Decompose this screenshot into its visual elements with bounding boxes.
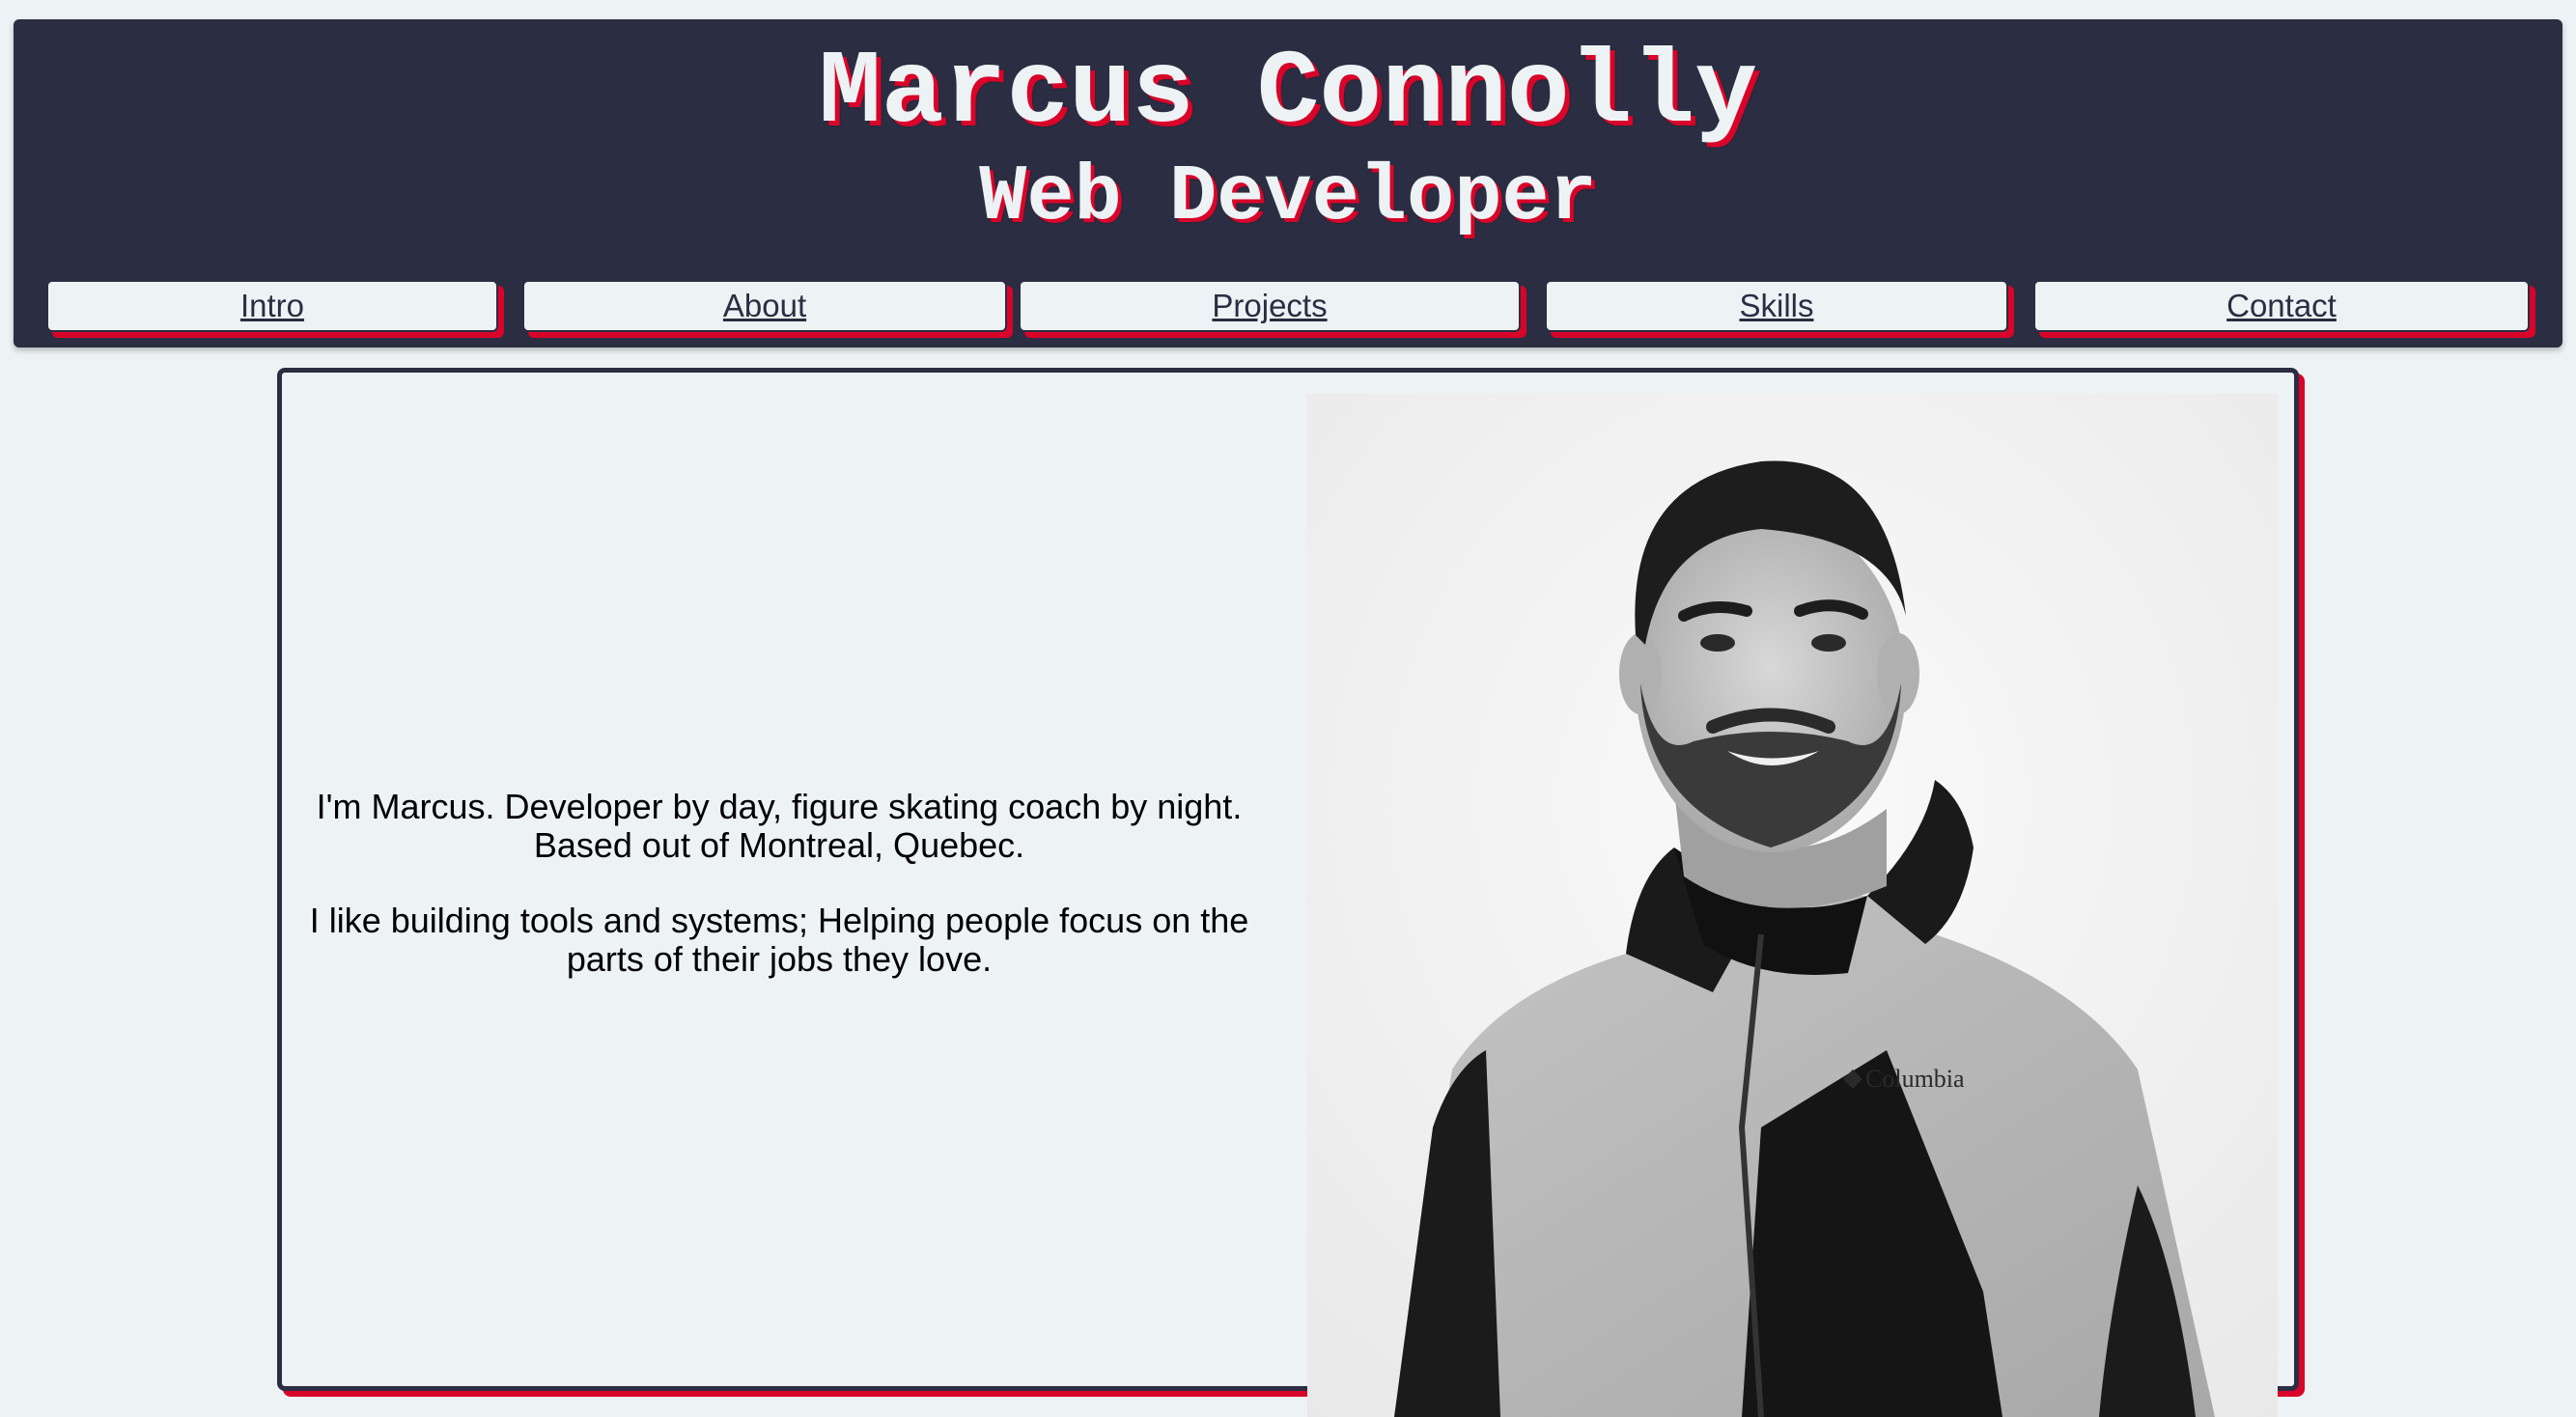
svg-text:Columbia: Columbia [1865,1065,1965,1093]
intro-text: I'm Marcus. Developer by day, figure ska… [301,788,1257,1015]
intro-paragraph-1: I'm Marcus. Developer by day, figure ska… [316,787,1243,865]
nav-link-projects[interactable]: Projects [1212,288,1327,324]
main-nav: Intro About Projects Skills Contact [14,259,2562,336]
nav-item-projects[interactable]: Projects [1019,280,1521,332]
intro-paragraph-2: I like building tools and systems; Helpi… [309,901,1249,979]
nav-link-about[interactable]: About [723,288,806,324]
nav-link-contact[interactable]: Contact [2226,288,2337,324]
nav-link-skills[interactable]: Skills [1739,288,1813,324]
profile-photo: Columbia [1307,394,2278,1417]
nav-item-contact[interactable]: Contact [2033,280,2530,332]
nav-link-intro[interactable]: Intro [240,288,304,324]
site-name: Marcus Connolly [818,35,1758,153]
site-header: Marcus Connolly Web Developer Intro Abou… [14,19,2562,347]
nav-item-about[interactable]: About [522,280,1007,332]
nav-item-skills[interactable]: Skills [1545,280,2008,332]
intro-card: I'm Marcus. Developer by day, figure ska… [277,368,2299,1417]
site-role: Web Developer [979,153,1597,242]
nav-item-intro[interactable]: Intro [46,280,498,332]
